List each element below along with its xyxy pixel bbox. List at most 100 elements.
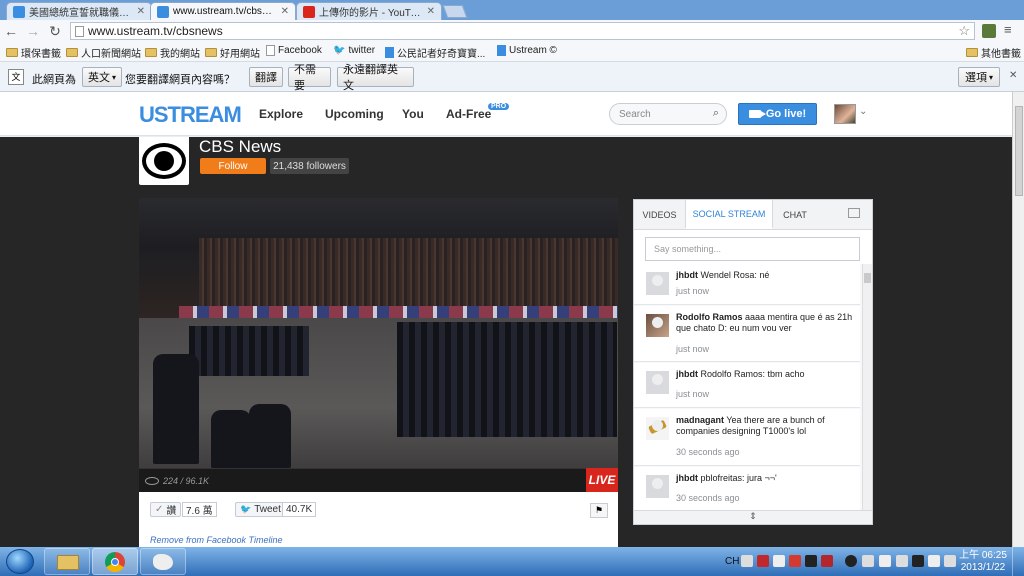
settings-tray-icon[interactable]	[773, 555, 785, 567]
reload-icon[interactable]: ↻	[44, 23, 66, 40]
show-desktop-button[interactable]	[1012, 547, 1024, 576]
other-bookmarks[interactable]: 其他書籤	[966, 45, 1021, 60]
app-tray-icon[interactable]	[879, 555, 891, 567]
user-avatar[interactable]	[834, 104, 856, 124]
scrollbar-thumb[interactable]	[1015, 106, 1023, 196]
bookmark-label: Ustream ©	[509, 45, 557, 56]
bookmarks-bar: 環保書籤 人口新聞網站 我的網站 好用網站 Facebook 🐦 twitter …	[0, 42, 1024, 62]
ime-tray-icon[interactable]	[757, 555, 769, 567]
tab-title: 美國總統宣誓就職儀式直播	[29, 8, 133, 19]
new-tab-button[interactable]	[442, 5, 468, 18]
start-button[interactable]	[6, 549, 34, 574]
app-tray-icon[interactable]	[789, 555, 801, 567]
tweet-button[interactable]: 🐦 Tweet	[235, 502, 286, 517]
scrollbar-thumb[interactable]	[864, 273, 871, 283]
bookmark-star-icon[interactable]: ☆	[958, 23, 970, 39]
hand-tray-icon[interactable]	[805, 555, 817, 567]
tab-chat[interactable]: CHAT	[773, 200, 817, 229]
nav-explore[interactable]: Explore	[259, 107, 303, 121]
chrome-taskbar-icon[interactable]	[92, 548, 138, 575]
bookmark-folder[interactable]: 我的網站	[145, 45, 200, 60]
keyboard-icon[interactable]	[741, 555, 753, 567]
marchers-shape	[397, 322, 617, 437]
popout-icon[interactable]	[848, 208, 860, 218]
bookmark-label: Facebook	[278, 45, 322, 56]
browser-tab-3[interactable]: 上傳你的影片 - YouTube ✕	[296, 2, 442, 20]
tab-videos[interactable]: VIDEOS	[634, 200, 685, 229]
security-tray-icon[interactable]	[845, 555, 857, 567]
ustream-favicon-icon	[497, 45, 506, 56]
browser-toolbar: ← → ↻ www.ustream.tv/cbsnews ☆ ≡	[0, 20, 1024, 42]
search-input[interactable]: Search ⌕	[609, 103, 727, 125]
bookmark-folder[interactable]: 人口新聞網站	[66, 45, 141, 60]
bookmark-twitter[interactable]: 🐦 twitter	[333, 45, 375, 56]
bookmark-folder[interactable]: 環保書籤	[6, 45, 61, 60]
network-icon[interactable]	[912, 555, 924, 567]
volume-icon[interactable]	[896, 555, 908, 567]
app-tray-icon[interactable]	[821, 555, 833, 567]
officer-shape	[153, 354, 199, 464]
translate-options-button[interactable]: 選項 ▾	[958, 67, 1000, 87]
tab-social-stream[interactable]: SOCIAL STREAM	[685, 200, 773, 229]
post-message: pblofreitas: jura ¬¬'	[700, 473, 777, 483]
post-user[interactable]: jhbdt	[676, 270, 698, 280]
search-placeholder: Search	[619, 108, 651, 120]
bookmark-ustream[interactable]: Ustream ©	[497, 45, 557, 56]
back-icon[interactable]: ←	[0, 23, 22, 39]
system-clock[interactable]: 上午 06:25 2013/1/22	[958, 550, 1008, 574]
post-time: just now	[676, 286, 710, 296]
follow-button[interactable]: Follow	[200, 158, 266, 174]
extension-icon[interactable]	[982, 24, 996, 38]
ime-indicator[interactable]: CH	[725, 556, 739, 567]
always-translate-button[interactable]: 永遠翻譯英文	[337, 64, 414, 92]
feed-scrollbar[interactable]	[862, 264, 872, 510]
post-user[interactable]: Rodolfo Ramos	[676, 312, 743, 322]
browser-tab-1[interactable]: 美國總統宣誓就職儀式直播 ✕	[6, 2, 152, 20]
printer-icon[interactable]	[928, 555, 940, 567]
chevron-down-icon[interactable]: ⌄	[859, 106, 867, 117]
social-feed: jhbdt Wendel Rosa: né just now Rodolfo R…	[634, 264, 872, 510]
facebook-like-button[interactable]: ✓ 讚	[150, 502, 182, 517]
wrench-menu-icon[interactable]: ≡	[1004, 22, 1012, 37]
paint-taskbar-icon[interactable]	[140, 548, 186, 575]
flag-icon[interactable]: ⚑	[590, 503, 608, 518]
bookmark-folder[interactable]: 好用網站	[205, 45, 260, 60]
address-bar[interactable]: www.ustream.tv/cbsnews ☆	[70, 22, 975, 40]
say-something-input[interactable]: Say something...	[645, 237, 860, 261]
go-live-button[interactable]: Go live!	[738, 103, 817, 125]
remove-timeline-link[interactable]: Remove from Facebook Timeline	[150, 535, 282, 545]
page-scrollbar[interactable]	[1012, 92, 1024, 547]
bookmark-ustream[interactable]: 公民記者好奇寶寶...	[385, 45, 485, 60]
video-player[interactable]	[139, 198, 618, 468]
bookmark-facebook[interactable]: Facebook	[266, 45, 322, 56]
pro-badge: PRO	[488, 103, 510, 110]
search-icon[interactable]: ⌕	[713, 107, 719, 120]
cbs-eye-logo[interactable]	[139, 137, 189, 185]
bookmark-label: 其他書籤	[981, 49, 1021, 60]
no-thanks-button[interactable]: 不需要	[288, 64, 331, 92]
forward-icon[interactable]: →	[22, 23, 44, 39]
like-label: 讚	[166, 506, 177, 517]
panel-resize-handle[interactable]: ⇕	[634, 510, 872, 524]
bookmark-label: 人口新聞網站	[81, 49, 141, 60]
ustream-logo[interactable]: USTREAM	[139, 102, 242, 128]
flag-tray-icon[interactable]	[862, 555, 874, 567]
tab-title: 上傳你的影片 - YouTube	[319, 8, 423, 19]
post-user[interactable]: madnagant	[676, 415, 724, 425]
nav-ad-free[interactable]: Ad-Free	[446, 107, 491, 121]
post-user[interactable]: jhbdt	[676, 473, 698, 483]
post-time: just now	[676, 389, 710, 399]
app-tray-icon[interactable]	[944, 555, 956, 567]
post-user[interactable]: jhbdt	[676, 369, 698, 379]
close-infobar-icon[interactable]: ✕	[1009, 70, 1017, 81]
nav-you[interactable]: You	[402, 107, 424, 121]
browser-tab-2[interactable]: www.ustream.tv/cbsnew ✕	[150, 2, 296, 20]
go-live-label: Go live!	[765, 108, 807, 120]
close-tab-icon[interactable]: ✕	[281, 6, 289, 17]
close-tab-icon[interactable]: ✕	[137, 6, 145, 17]
explorer-taskbar-icon[interactable]	[44, 548, 90, 575]
close-tab-icon[interactable]: ✕	[427, 6, 435, 17]
language-select[interactable]: 英文 ▾	[82, 67, 122, 87]
translate-button[interactable]: 翻譯	[249, 67, 283, 87]
nav-upcoming[interactable]: Upcoming	[325, 107, 384, 121]
